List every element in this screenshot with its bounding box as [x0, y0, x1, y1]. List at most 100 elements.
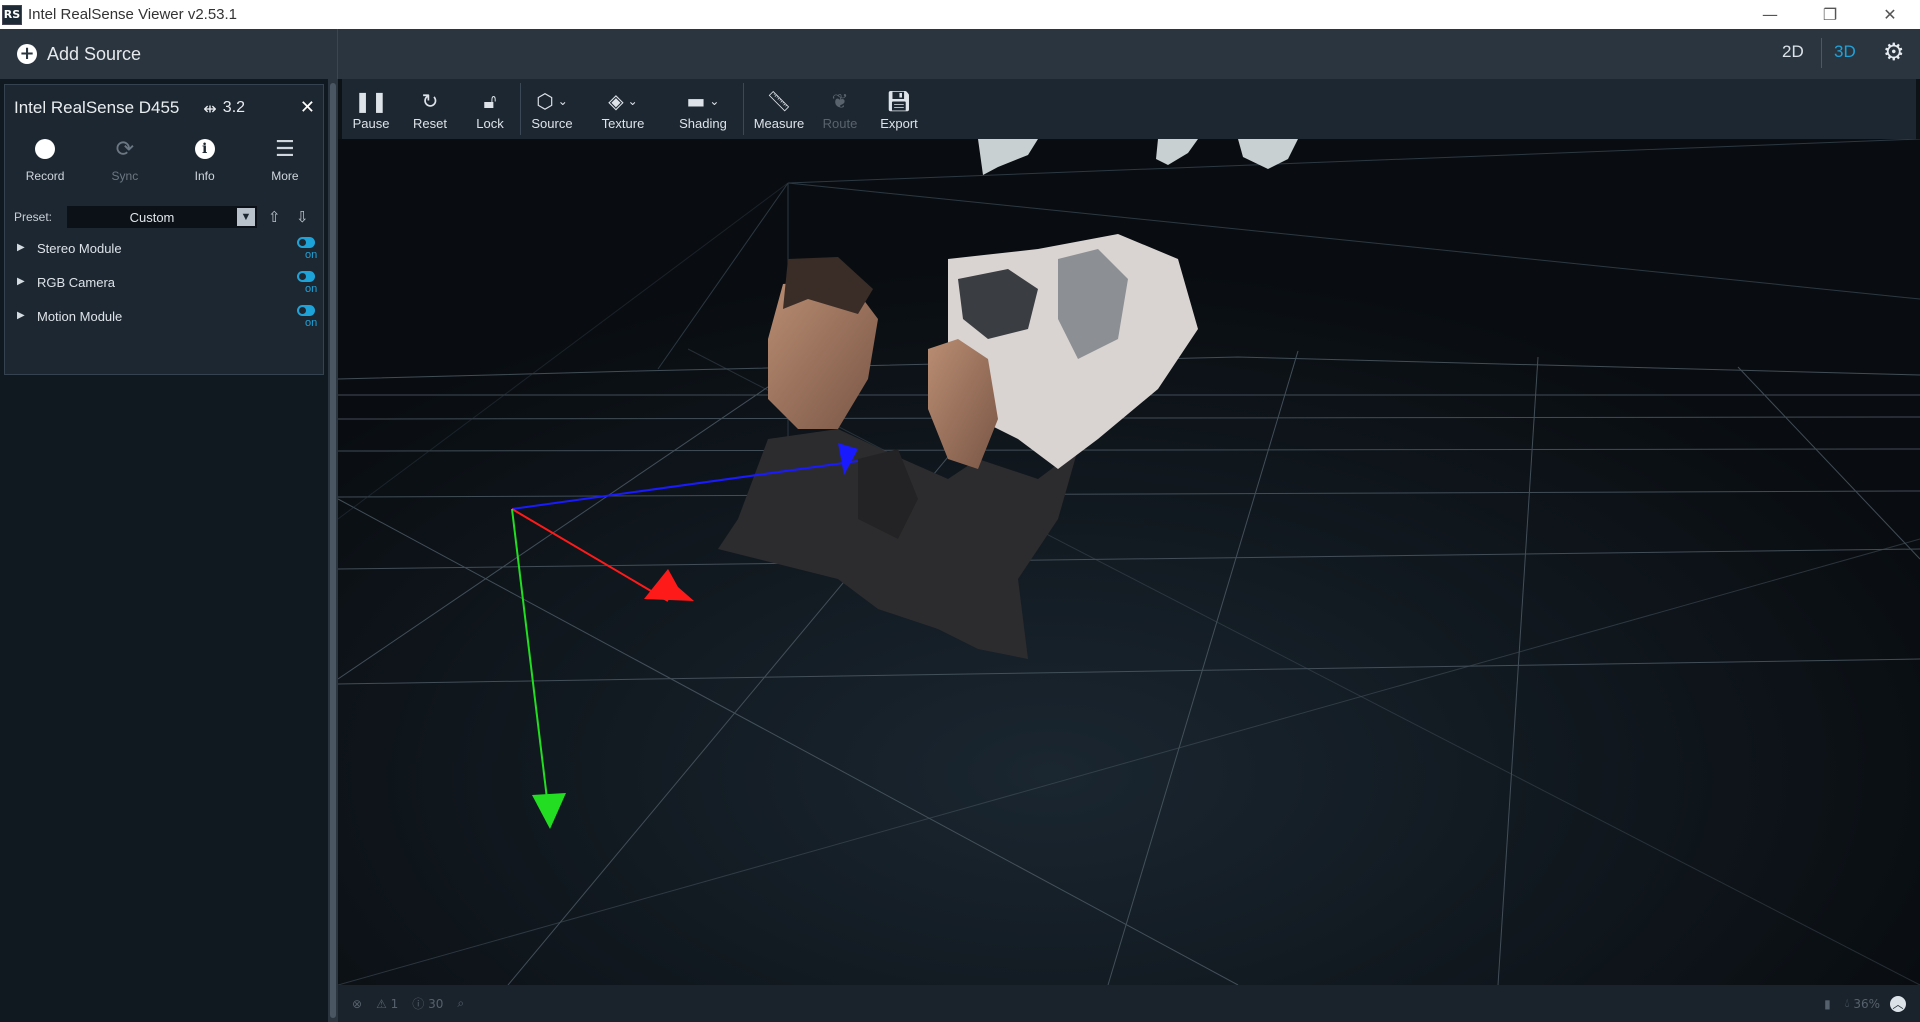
toggle-state-label: on: [305, 249, 318, 261]
pause-icon: ❚❚: [354, 88, 388, 113]
sync-button[interactable]: ⟳ Sync: [85, 135, 164, 193]
module-name: RGB Camera: [37, 275, 116, 290]
warnings-counter[interactable]: ⚠ 1: [376, 997, 398, 1011]
stereo-module-toggle[interactable]: [297, 237, 315, 248]
ruler-icon: 📏︎: [766, 88, 792, 113]
module-stereo[interactable]: ▶ Stereo Module on: [5, 235, 325, 269]
add-source-label: Add Source: [47, 43, 142, 64]
more-label: More: [271, 169, 299, 183]
main-view: 2D 3D ⚙ ❚❚ Pause ↻ Reset 🔓︎ Lock ⬡ ⌄ Sour…: [338, 29, 1920, 1022]
reset-label: Reset: [413, 115, 447, 131]
info-icon: i: [194, 139, 215, 159]
route-button[interactable]: ❦ Route: [814, 79, 866, 139]
usb-version: 3.2: [222, 99, 246, 116]
view-header: 2D 3D ⚙: [338, 29, 1920, 79]
toggle-state-label: on: [305, 317, 318, 329]
memory-percent: 36%: [1853, 996, 1880, 1011]
save-icon: 💾︎: [886, 88, 912, 113]
point-cloud-scene[interactable]: [338, 139, 1920, 985]
menu-icon: ☰: [275, 136, 295, 162]
minimize-button[interactable]: —: [1740, 0, 1800, 29]
device-card: Intel RealSense D455 ⇹ 3.2 ✕ Record ⟳ Sy…: [4, 84, 324, 375]
shading-dropdown[interactable]: ▬ ⌄ Shading: [663, 79, 743, 139]
record-label: Record: [25, 169, 65, 183]
module-motion[interactable]: ▶ Motion Module on: [5, 303, 325, 337]
preset-dropdown[interactable]: Custom ▼: [67, 206, 257, 228]
chevron-down-icon: ▼: [237, 208, 255, 226]
cube-icon: ⬡ ⌄: [536, 88, 568, 113]
motion-module-toggle[interactable]: [297, 305, 315, 316]
3d-viewport[interactable]: [338, 139, 1920, 985]
source-dropdown[interactable]: ⬡ ⌄ Source: [521, 79, 583, 139]
texture-label: Texture: [601, 115, 645, 131]
module-name: Stereo Module: [37, 241, 122, 256]
viewer-toolbar: ❚❚ Pause ↻ Reset 🔓︎ Lock ⬡ ⌄ Source ◈ ⌄ Te…: [342, 79, 1916, 139]
paint-bucket-icon: ◈ ⌄: [608, 88, 638, 113]
shading-label: Shading: [679, 115, 727, 131]
reset-icon: ↻: [421, 88, 439, 113]
warnings-count: 1: [390, 996, 399, 1011]
close-window-button[interactable]: ✕: [1860, 0, 1920, 29]
source-label: Source: [531, 115, 573, 131]
measure-label: Measure: [753, 115, 805, 131]
status-right: ▮ 💧︎ 36% ︿: [1810, 985, 1920, 1022]
sync-icon: ⟳: [115, 136, 135, 162]
rgb-camera-toggle[interactable]: [297, 271, 315, 282]
sidebar-scrollbar[interactable]: [328, 79, 338, 1022]
paw-icon: ❦: [831, 88, 849, 113]
preset-value: Custom: [129, 209, 175, 225]
window-title: Intel RealSense Viewer v2.53.1: [28, 6, 238, 23]
info-button[interactable]: i Info: [165, 135, 245, 193]
pause-label: Pause: [352, 115, 390, 131]
lock-icon: 🔓︎: [483, 88, 497, 113]
usb-icon: ⇹: [203, 98, 217, 118]
expand-log-button[interactable]: ︿: [1890, 995, 1906, 1012]
expand-arrow-icon[interactable]: ▶: [17, 242, 25, 253]
device-header: Intel RealSense D455 ⇹ 3.2 ✕: [5, 85, 323, 131]
app-logo-icon: RS: [2, 4, 22, 25]
reset-button[interactable]: ↻ Reset: [400, 79, 460, 139]
download-preset-icon[interactable]: ⇩: [296, 208, 309, 226]
title-bar: RS Intel RealSense Viewer v2.53.1 — ❐ ✕: [0, 0, 1920, 29]
export-label: Export: [880, 115, 918, 131]
status-bar: ⊗ ⚠ 1 ⓘ 30 ⌕ ▮ 💧︎ 36% ︿: [338, 985, 1920, 1022]
preset-row: Preset: Custom ▼ ⇧ ⇩: [5, 206, 325, 228]
add-source-button[interactable]: + Add Source: [0, 29, 338, 79]
record-button[interactable]: Record: [5, 135, 85, 193]
device-name: Intel RealSense D455: [14, 98, 180, 117]
memory-usage: 💧︎ 36%: [1844, 996, 1880, 1011]
preset-label: Preset:: [14, 210, 53, 224]
info-counter[interactable]: ⓘ 30: [412, 995, 443, 1012]
lock-button[interactable]: 🔓︎ Lock: [460, 79, 520, 139]
view-separator: [1821, 38, 1822, 68]
texture-dropdown[interactable]: ◈ ⌄ Texture: [583, 79, 663, 139]
expand-arrow-icon[interactable]: ▶: [17, 310, 25, 321]
module-rgb-camera[interactable]: ▶ RGB Camera on: [5, 269, 325, 303]
export-button[interactable]: 💾︎ Export: [866, 79, 932, 139]
toggle-state-label: on: [305, 283, 318, 295]
window-controls: — ❐ ✕: [1740, 0, 1920, 29]
gear-icon[interactable]: ⚙: [1883, 38, 1905, 66]
module-name: Motion Module: [37, 309, 123, 324]
search-icon[interactable]: ⌕: [457, 996, 464, 1011]
clear-icon[interactable]: ⊗: [352, 997, 362, 1011]
close-device-button[interactable]: ✕: [300, 97, 315, 118]
record-icon: [35, 139, 56, 159]
info-label: Info: [194, 169, 215, 183]
view-3d-button[interactable]: 3D: [1834, 42, 1856, 62]
plus-circle-icon: +: [17, 44, 37, 64]
trash-icon[interactable]: ▮: [1824, 997, 1831, 1011]
pause-button[interactable]: ❚❚ Pause: [342, 79, 400, 139]
view-2d-button[interactable]: 2D: [1782, 42, 1804, 62]
info-count: 30: [428, 996, 444, 1011]
more-button[interactable]: ☰ More: [245, 135, 325, 193]
lock-label: Lock: [476, 115, 504, 131]
device-panel: + Add Source Intel RealSense D455 ⇹ 3.2 …: [0, 29, 338, 1022]
measure-button[interactable]: 📏︎ Measure: [744, 79, 814, 139]
route-label: Route: [822, 115, 858, 131]
restore-button[interactable]: ❐: [1800, 0, 1860, 29]
scrollbar-thumb[interactable]: [330, 83, 336, 1018]
paint-roller-icon: ▬ ⌄: [686, 88, 720, 113]
upload-preset-icon[interactable]: ⇧: [268, 208, 281, 226]
expand-arrow-icon[interactable]: ▶: [17, 276, 25, 287]
